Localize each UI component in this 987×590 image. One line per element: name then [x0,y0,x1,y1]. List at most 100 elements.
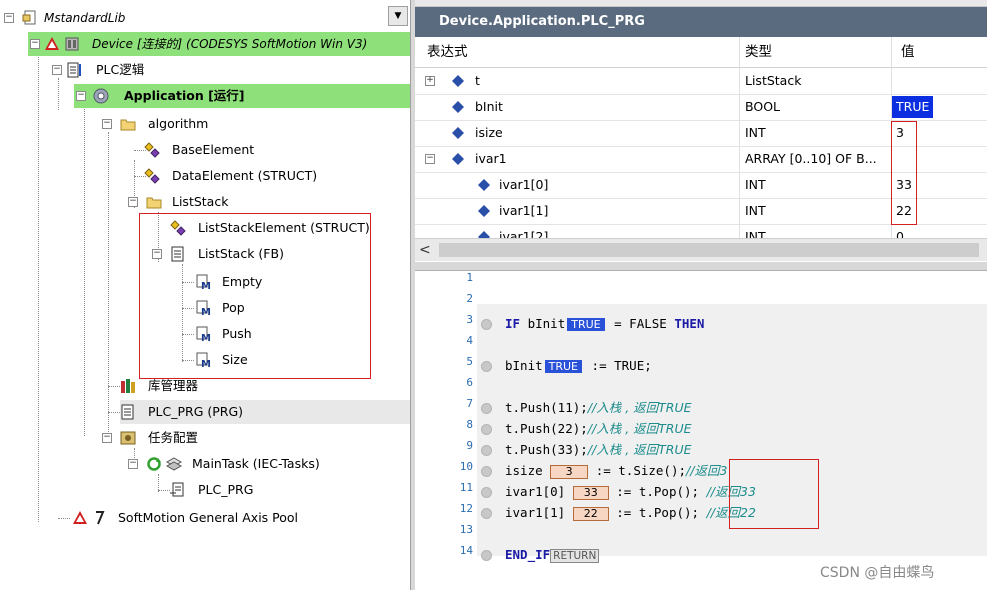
code-editor[interactable]: 1 2 3 4 5 6 7 8 9 10 11 12 13 14 IF bIni… [415,262,987,590]
line-number: 10 [459,460,473,473]
watch-title: Device.Application.PLC_PRG [415,7,987,37]
scrollbar-thumb[interactable] [439,243,979,257]
line-number: 2 [466,292,473,305]
line-number: 3 [466,313,473,326]
value-cell-true[interactable]: TRUE [892,96,934,118]
tree-item-maintask[interactable]: − MainTask (IEC-Tasks) [126,452,366,476]
line-number: 1 [466,271,473,284]
column-header-type[interactable]: 类型 [745,37,772,67]
breakpoint-marker[interactable] [481,508,492,519]
tree-item-mstandardlib[interactable]: − MstandardLib [0,6,384,30]
program-call-icon [170,482,184,497]
tree-item-liststack-folder[interactable]: − ListStack [126,190,326,214]
code-line-7[interactable]: t.Push(11);//入栈 , 返回TRUE [505,397,692,418]
highlight-box [891,121,917,225]
code-line-3[interactable]: IF bInit TRUE = FALSE THEN [505,313,704,334]
variable-diamond-icon [478,179,490,191]
code-line-11[interactable]: ivar1[0] 33 := t.Pop(); //返回33 [505,481,756,502]
collapse-toggle[interactable]: − [4,13,14,23]
breakpoint-marker[interactable] [481,466,492,477]
tree-item-plc-prg[interactable]: PLC_PRG (PRG) [120,400,410,424]
tree-dropdown-button[interactable]: ▼ [388,6,408,26]
program-icon [121,404,134,420]
inline-value-box: 22 [572,506,609,521]
tree-item-baseelement[interactable]: BaseElement [144,138,344,162]
collapse-toggle[interactable]: − [30,39,40,49]
struct-icon [144,168,160,184]
variable-diamond-icon [452,153,464,165]
variable-diamond-icon [452,75,464,87]
scroll-left-button[interactable]: < [419,239,435,261]
inline-value-true: TRUE [544,360,583,373]
horizontal-scrollbar[interactable]: < [415,238,987,261]
folder-icon [146,197,162,209]
warning-triangle-icon [73,511,87,524]
application-gear-icon [93,88,109,104]
device-tree-panel: − MstandardLib ▼ − Device [连接的] (CODESYS… [0,0,410,590]
highlight-box [139,213,371,379]
breakpoint-marker[interactable] [481,403,492,414]
breakpoint-marker[interactable] [481,319,492,330]
collapse-toggle[interactable]: − [52,65,62,75]
line-number: 9 [466,439,473,452]
line-number: 14 [459,544,473,557]
watch-top-strip [415,0,987,7]
code-line-10[interactable]: isize 3 := t.Size();//返回3 [505,460,727,481]
line-number: 6 [466,376,473,389]
tree-item-device[interactable]: − Device [连接的] (CODESYS SoftMotion Win V… [28,32,410,56]
library-books-icon [121,379,135,393]
task-config-icon [120,431,136,445]
collapse-toggle[interactable]: − [102,433,112,443]
tree-item-algorithm[interactable]: − algorithm [100,112,320,136]
code-line-8[interactable]: t.Push(22);//入栈 , 返回TRUE [505,418,692,439]
code-line-14[interactable]: END_IF RETURN [505,544,600,565]
watch-panel: Device.Application.PLC_PRG 表达式 类型 值 + t … [415,0,987,262]
watch-row[interactable]: + t ListStack [415,68,987,95]
collapse-toggle[interactable]: − [102,119,112,129]
inline-value-box: 3 [550,464,589,479]
line-number: 8 [466,418,473,431]
tree-item-application[interactable]: − Application [运行] [74,84,410,108]
column-header-expression[interactable]: 表达式 [427,37,468,67]
warning-triangle-icon [45,37,59,50]
watch-header-row: 表达式 类型 值 [415,37,987,68]
line-number: 12 [459,502,473,515]
line-number: 7 [466,397,473,410]
line-number: 5 [466,355,473,368]
tree-item-dataelement[interactable]: DataElement (STRUCT) [144,164,384,188]
breakpoint-marker[interactable] [481,445,492,456]
inline-value-true: TRUE [567,318,605,331]
breakpoint-marker[interactable] [481,424,492,435]
line-number: 13 [459,523,473,536]
tree-item-task-plc-prg[interactable]: PLC_PRG [170,478,320,502]
tree-item-task-config[interactable]: − 任务配置 [100,426,300,450]
collapse-toggle[interactable]: − [128,197,138,207]
tree-item-softmotion-axis-pool[interactable]: SoftMotion General Axis Pool [72,506,372,530]
code-line-5[interactable]: bInit TRUE := TRUE; [505,355,652,376]
expand-toggle[interactable]: + [425,76,435,86]
collapse-toggle[interactable]: − [425,154,435,164]
line-number: 11 [459,481,473,494]
inline-value-box: 33 [572,485,609,500]
breakpoint-marker[interactable] [481,550,492,561]
editor-splitter[interactable] [415,262,987,271]
refresh-cycle-icon [147,457,161,471]
highlight-box [729,459,819,529]
struct-icon [144,142,160,158]
device-icon [65,37,79,51]
task-layers-icon [166,457,182,471]
code-line-9[interactable]: t.Push(33);//入栈 , 返回TRUE [505,439,692,460]
variable-diamond-icon [452,101,464,113]
breakpoint-marker[interactable] [481,361,492,372]
collapse-toggle[interactable]: − [76,91,86,101]
axis-icon [96,511,105,525]
variable-diamond-icon [478,205,490,217]
tree-item-library-manager[interactable]: 库管理器 [120,374,320,398]
code-line-12[interactable]: ivar1[1] 22 := t.Pop(); //返回22 [505,502,756,523]
tree-item-plc-logic[interactable]: − PLC逻辑 [50,58,350,82]
collapse-toggle[interactable]: − [128,459,138,469]
column-header-value[interactable]: 值 [901,37,915,67]
watch-row[interactable]: bInit BOOL TRUE [415,94,987,121]
line-number: 4 [466,334,473,347]
breakpoint-marker[interactable] [481,487,492,498]
